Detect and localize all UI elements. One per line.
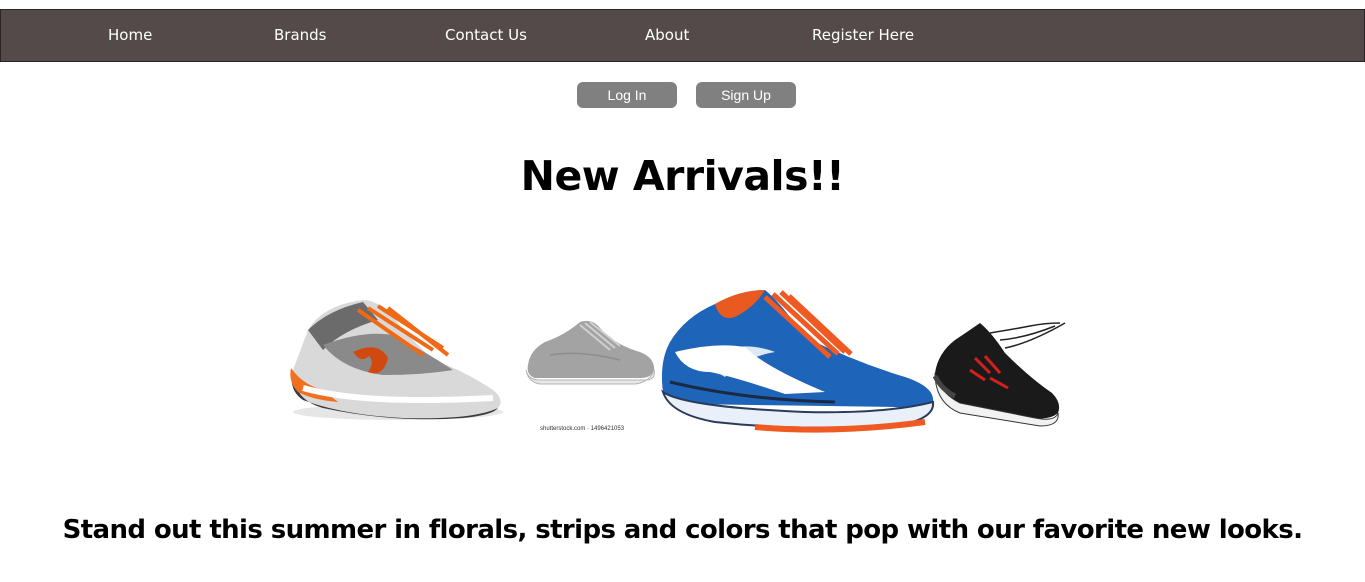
image-caption: shutterstock.com · 1496421053: [540, 426, 625, 432]
nav-link-contact-us[interactable]: Contact Us: [445, 10, 527, 61]
product-image-grey-orange-shoe: [290, 300, 503, 420]
nav-link-about[interactable]: About: [645, 10, 689, 61]
product-image-grey-knit-shoe: [525, 320, 655, 385]
nav-link-home[interactable]: Home: [108, 10, 152, 61]
nav-link-brands[interactable]: Brands: [274, 10, 327, 61]
product-image-blue-shoe: [661, 290, 935, 433]
product-image-black-red-shoe: [932, 322, 1066, 427]
login-button[interactable]: Log In: [577, 82, 677, 108]
top-navbar: Home Brands Contact Us About Register He…: [0, 9, 1365, 62]
page-heading: New Arrivals!!: [520, 152, 845, 200]
promo-tagline: Stand out this summer in florals, strips…: [62, 515, 1303, 545]
nav-link-register[interactable]: Register Here: [812, 10, 914, 61]
signup-button[interactable]: Sign Up: [696, 82, 796, 108]
